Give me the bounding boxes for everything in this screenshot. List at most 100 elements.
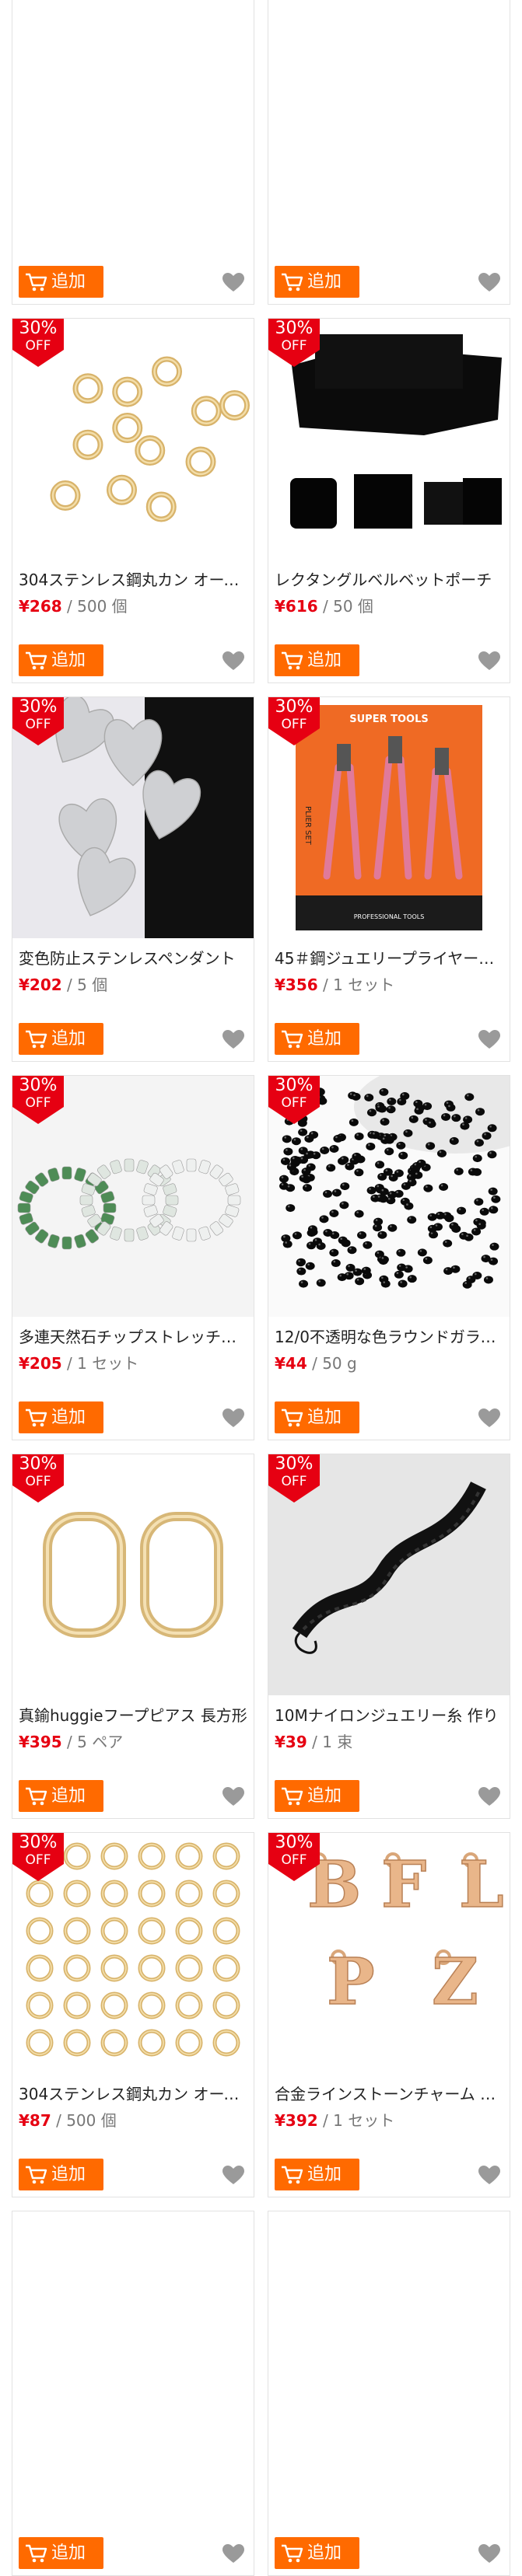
add-to-cart-button[interactable]: 追加: [19, 266, 103, 298]
discount-off-label: OFF: [281, 1095, 307, 1111]
product-price: ¥44: [275, 1354, 307, 1373]
price-line: ¥202 / 5 個: [19, 974, 107, 996]
cart-icon: [281, 651, 304, 671]
discount-off-label: OFF: [281, 338, 307, 354]
favorite-heart-icon[interactable]: [478, 2166, 500, 2186]
favorite-heart-icon[interactable]: [222, 651, 244, 672]
add-button-label: 追加: [51, 1786, 86, 1806]
product-name[interactable]: 10Mナイロンジュエリー糸 作り: [275, 1705, 505, 1726]
add-to-cart-button[interactable]: 追加: [19, 2537, 103, 2569]
product-unit: / 1 セット: [323, 976, 395, 994]
product-name[interactable]: 45＃鋼ジュエリープライヤーセット: [275, 948, 505, 969]
product-name[interactable]: 多連天然石チップストレッチブレス: [19, 1326, 249, 1348]
product-price: ¥202: [19, 976, 62, 994]
add-to-cart-button[interactable]: 追加: [19, 1401, 103, 1433]
add-to-cart-button[interactable]: 追加: [19, 644, 103, 676]
product-grid: 追加 追加 30% OFF 304ステンレス鋼丸カン オープン ¥268 / 5…: [12, 0, 510, 2576]
pliers-title: SUPER TOOLS: [349, 714, 428, 725]
product-card[interactable]: 30% OFF 10Mナイロンジュエリー糸 作り ¥39 / 1 束 追加: [268, 1454, 510, 1819]
favorite-heart-icon[interactable]: [478, 1030, 500, 1050]
add-to-cart-button[interactable]: 追加: [19, 2159, 103, 2190]
product-card[interactable]: 追加: [268, 2211, 510, 2576]
discount-badge: 30% OFF: [268, 319, 320, 370]
cart-icon: [281, 1029, 304, 1049]
letter-charm: L: [459, 1848, 504, 1922]
favorite-heart-icon[interactable]: [478, 651, 500, 672]
price-line: ¥39 / 1 束: [275, 1731, 352, 1753]
product-unit: / 5 ペア: [67, 1733, 124, 1751]
product-image[interactable]: [12, 0, 254, 181]
product-image[interactable]: [268, 0, 510, 181]
product-unit: / 1 セット: [323, 2111, 395, 2130]
add-button-label: 追加: [51, 1029, 86, 1049]
favorite-heart-icon[interactable]: [222, 1408, 244, 1429]
discount-percent: 30%: [19, 1833, 58, 1852]
product-card[interactable]: 30% OFF 変色防止ステンレスペンダント ¥202 / 5 個 追加: [12, 696, 254, 1062]
product-price: ¥39: [275, 1733, 307, 1751]
price-line: ¥268 / 500 個: [19, 595, 128, 617]
product-card[interactable]: SUPER TOOLS PLIER SET PROFESSIONAL TOOLS…: [268, 696, 510, 1062]
favorite-heart-icon[interactable]: [478, 2544, 500, 2564]
favorite-heart-icon[interactable]: [222, 273, 244, 293]
add-button-label: 追加: [307, 2543, 342, 2563]
discount-badge: 30% OFF: [268, 1454, 320, 1506]
discount-percent: 30%: [19, 1076, 58, 1095]
cart-icon: [281, 2543, 304, 2564]
product-card[interactable]: 追加: [12, 0, 254, 305]
add-to-cart-button[interactable]: 追加: [275, 1401, 359, 1433]
add-to-cart-button[interactable]: 追加: [275, 1780, 359, 1812]
product-unit: / 1 束: [312, 1733, 353, 1751]
discount-percent: 30%: [19, 697, 58, 717]
favorite-heart-icon[interactable]: [478, 273, 500, 293]
price-line: ¥392 / 1 セット: [275, 2110, 394, 2131]
favorite-heart-icon[interactable]: [222, 2544, 244, 2564]
cart-icon: [25, 272, 48, 292]
product-card[interactable]: 30% OFF 真鍮huggieフープピアス 長方形 ¥395 / 5 ペア 追…: [12, 1454, 254, 1819]
cart-icon: [281, 272, 304, 292]
cart-icon: [281, 1786, 304, 1806]
product-card[interactable]: 30% OFF 304ステンレス鋼丸カン オープン ¥268 / 500 個 追…: [12, 318, 254, 683]
favorite-heart-icon[interactable]: [222, 1787, 244, 1807]
discount-badge: 30% OFF: [268, 1833, 320, 1884]
product-name[interactable]: 変色防止ステンレスペンダント: [19, 948, 249, 969]
product-card[interactable]: 追加: [12, 2211, 254, 2576]
add-to-cart-button[interactable]: 追加: [275, 1023, 359, 1055]
discount-badge: 30% OFF: [12, 319, 64, 370]
add-to-cart-button[interactable]: 追加: [275, 2537, 359, 2569]
product-name[interactable]: 合金ラインストーンチャーム レター: [275, 2083, 505, 2105]
product-card[interactable]: 30% OFF 12/0不透明な色ラウンドガラスシード ¥44 / 50 g 追…: [268, 1075, 510, 1440]
discount-off-label: OFF: [281, 717, 307, 732]
price-line: ¥87 / 500 個: [19, 2110, 117, 2131]
add-to-cart-button[interactable]: 追加: [19, 1023, 103, 1055]
price-line: ¥205 / 1 セット: [19, 1353, 138, 1374]
product-card[interactable]: B F L P Z 30% OFF 合金ラインストーンチャーム レター ¥392…: [268, 1832, 510, 2197]
add-button-label: 追加: [307, 1408, 342, 1427]
price-line: ¥395 / 5 ペア: [19, 1731, 123, 1753]
product-image[interactable]: [268, 2211, 510, 2452]
favorite-heart-icon[interactable]: [478, 1408, 500, 1429]
product-name[interactable]: 12/0不透明な色ラウンドガラスシード: [275, 1326, 505, 1348]
product-card[interactable]: 追加: [268, 0, 510, 305]
product-name[interactable]: 真鍮huggieフープピアス 長方形: [19, 1705, 249, 1726]
add-to-cart-button[interactable]: 追加: [275, 644, 359, 676]
favorite-heart-icon[interactable]: [222, 1030, 244, 1050]
product-image[interactable]: [12, 2211, 254, 2452]
discount-percent: 30%: [275, 319, 314, 338]
add-to-cart-button[interactable]: 追加: [19, 1780, 103, 1812]
add-button-label: 追加: [307, 272, 342, 291]
discount-badge: 30% OFF: [12, 1833, 64, 1884]
favorite-heart-icon[interactable]: [222, 2166, 244, 2186]
product-price: ¥205: [19, 1354, 62, 1373]
add-button-label: 追加: [51, 651, 86, 670]
add-to-cart-button[interactable]: 追加: [275, 2159, 359, 2190]
product-name[interactable]: 304ステンレス鋼丸カン オープン: [19, 2083, 249, 2105]
product-name[interactable]: レクタングルベルベットポーチ: [275, 569, 505, 591]
product-card[interactable]: 30% OFF 304ステンレス鋼丸カン オープン ¥87 / 500 個 追加: [12, 1832, 254, 2197]
add-button-label: 追加: [307, 651, 342, 670]
add-to-cart-button[interactable]: 追加: [275, 266, 359, 298]
discount-badge: 30% OFF: [12, 697, 64, 749]
product-name[interactable]: 304ステンレス鋼丸カン オープン: [19, 569, 249, 591]
product-card[interactable]: 30% OFF 多連天然石チップストレッチブレス ¥205 / 1 セット 追加: [12, 1075, 254, 1440]
favorite-heart-icon[interactable]: [478, 1787, 500, 1807]
product-card[interactable]: 30% OFF レクタングルベルベットポーチ ¥616 / 50 個 追加: [268, 318, 510, 683]
